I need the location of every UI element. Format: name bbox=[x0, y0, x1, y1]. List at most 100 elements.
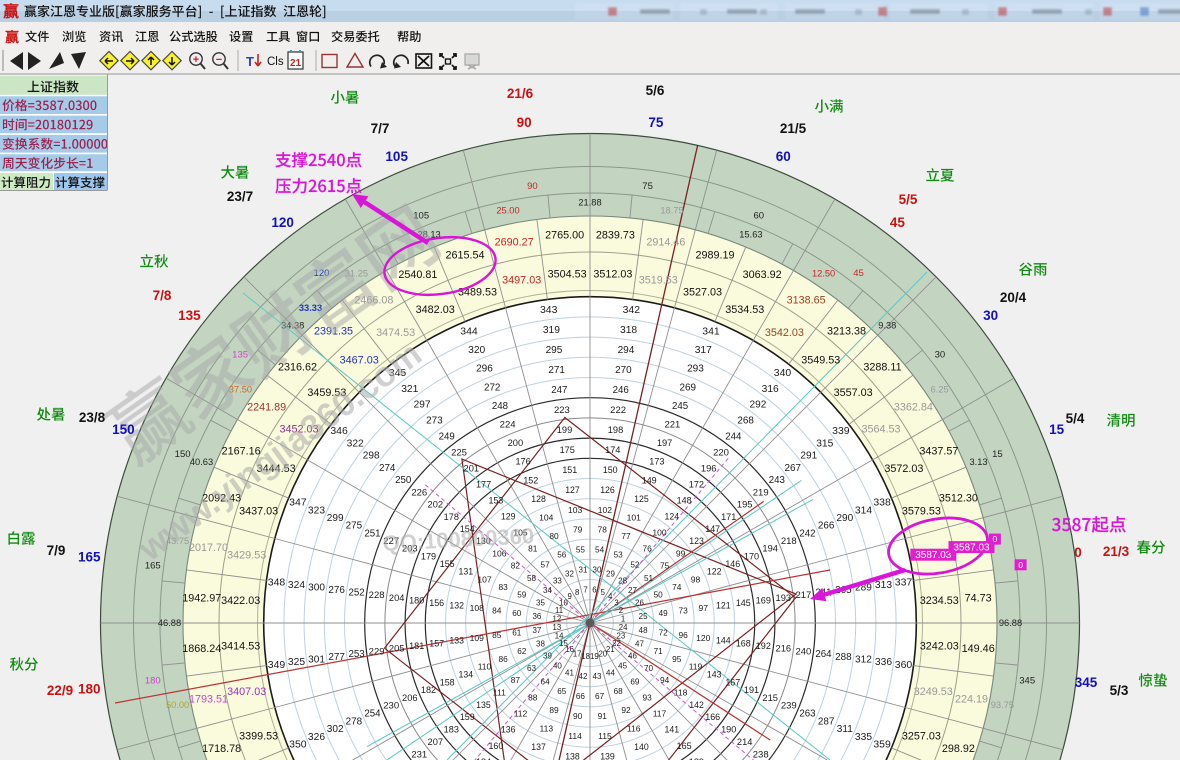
svg-text:112: 112 bbox=[514, 709, 528, 719]
svg-text:100: 100 bbox=[652, 527, 667, 537]
svg-text:312: 312 bbox=[855, 655, 872, 666]
svg-text:75: 75 bbox=[642, 181, 653, 192]
svg-text:69: 69 bbox=[630, 677, 640, 686]
svg-text:136: 136 bbox=[501, 725, 516, 735]
svg-text:6: 6 bbox=[592, 586, 596, 595]
svg-text:253: 253 bbox=[349, 649, 365, 660]
svg-text:44: 44 bbox=[606, 668, 615, 677]
svg-text:263: 263 bbox=[799, 709, 815, 720]
svg-text:18.75: 18.75 bbox=[660, 206, 683, 216]
svg-text:215: 215 bbox=[762, 693, 778, 703]
svg-text:350: 350 bbox=[289, 740, 307, 751]
svg-text:296: 296 bbox=[476, 364, 493, 375]
svg-text:300: 300 bbox=[308, 583, 325, 594]
svg-text:46: 46 bbox=[628, 651, 637, 660]
svg-text:206: 206 bbox=[402, 693, 418, 703]
svg-text:3474.53: 3474.53 bbox=[376, 327, 415, 339]
svg-text:270: 270 bbox=[615, 365, 632, 376]
svg-text:18: 18 bbox=[581, 652, 590, 661]
svg-text:157: 157 bbox=[429, 638, 444, 648]
svg-text:314: 314 bbox=[855, 505, 872, 516]
svg-text:194: 194 bbox=[762, 544, 778, 554]
svg-text:48: 48 bbox=[639, 626, 648, 635]
svg-text:3519.53: 3519.53 bbox=[639, 275, 678, 287]
svg-text:21/5: 21/5 bbox=[780, 121, 807, 136]
svg-text:347: 347 bbox=[289, 498, 307, 509]
svg-text:7/7: 7/7 bbox=[371, 121, 390, 136]
svg-text:336: 336 bbox=[875, 657, 892, 668]
svg-text:173: 173 bbox=[649, 457, 664, 467]
svg-text:+: + bbox=[193, 54, 199, 66]
svg-text:83: 83 bbox=[499, 582, 509, 592]
svg-text:248: 248 bbox=[492, 401, 508, 412]
svg-text:3234.53: 3234.53 bbox=[920, 595, 959, 607]
svg-text:121: 121 bbox=[716, 601, 731, 611]
svg-text:76: 76 bbox=[643, 543, 653, 553]
svg-text:6.25: 6.25 bbox=[931, 384, 949, 394]
svg-text:345: 345 bbox=[1019, 676, 1035, 687]
svg-text:273: 273 bbox=[426, 416, 443, 427]
svg-text:180: 180 bbox=[78, 681, 101, 696]
svg-text:247: 247 bbox=[551, 385, 567, 396]
svg-text:21/6: 21/6 bbox=[507, 86, 534, 101]
svg-text:73: 73 bbox=[679, 606, 689, 616]
svg-text:242: 242 bbox=[799, 528, 815, 539]
svg-text:120: 120 bbox=[271, 215, 294, 230]
svg-text:3527.03: 3527.03 bbox=[683, 286, 722, 298]
svg-text:169: 169 bbox=[756, 595, 771, 605]
svg-text:181: 181 bbox=[409, 641, 424, 651]
svg-text:345: 345 bbox=[1075, 675, 1098, 690]
svg-text:34: 34 bbox=[543, 586, 552, 595]
svg-text:219: 219 bbox=[753, 487, 769, 498]
svg-text:3579.53: 3579.53 bbox=[902, 505, 941, 517]
svg-text:3587.03: 3587.03 bbox=[915, 550, 952, 561]
svg-text:244: 244 bbox=[725, 432, 742, 443]
svg-text:117: 117 bbox=[653, 709, 667, 719]
svg-text:108: 108 bbox=[470, 603, 485, 613]
svg-text:175: 175 bbox=[560, 445, 575, 455]
svg-text:5/3: 5/3 bbox=[1110, 683, 1129, 698]
svg-text:128: 128 bbox=[531, 494, 546, 504]
svg-text:67: 67 bbox=[595, 692, 605, 701]
svg-text:160: 160 bbox=[488, 741, 503, 751]
svg-text:133: 133 bbox=[449, 636, 464, 646]
svg-text:197: 197 bbox=[657, 438, 673, 448]
svg-text:50: 50 bbox=[654, 591, 664, 600]
svg-text:96: 96 bbox=[679, 630, 689, 640]
svg-text:3534.53: 3534.53 bbox=[725, 304, 764, 316]
svg-text:20/4: 20/4 bbox=[1000, 290, 1027, 305]
svg-text:168: 168 bbox=[736, 638, 751, 648]
svg-text:230: 230 bbox=[383, 701, 399, 712]
svg-text:39: 39 bbox=[543, 651, 552, 660]
svg-text:102: 102 bbox=[598, 505, 613, 515]
svg-text:193: 193 bbox=[776, 593, 792, 603]
svg-text:60: 60 bbox=[512, 609, 522, 618]
svg-text:33: 33 bbox=[553, 576, 562, 585]
svg-text:75: 75 bbox=[648, 115, 664, 130]
svg-text:2540.81: 2540.81 bbox=[398, 269, 437, 281]
svg-text:148: 148 bbox=[677, 496, 692, 506]
svg-text:158: 158 bbox=[440, 677, 455, 687]
svg-text:61: 61 bbox=[512, 629, 522, 638]
svg-text:3288.11: 3288.11 bbox=[863, 361, 901, 373]
svg-text:75: 75 bbox=[660, 561, 670, 571]
svg-text:144: 144 bbox=[716, 636, 731, 646]
svg-text:276: 276 bbox=[328, 585, 345, 596]
svg-text:293: 293 bbox=[687, 364, 704, 375]
svg-text:223: 223 bbox=[554, 405, 570, 416]
svg-text:135: 135 bbox=[476, 700, 491, 710]
svg-text:318: 318 bbox=[620, 325, 637, 336]
svg-text:138: 138 bbox=[565, 751, 580, 760]
svg-text:3257.03: 3257.03 bbox=[902, 730, 941, 742]
svg-text:341: 341 bbox=[702, 327, 720, 338]
svg-text:3437.57: 3437.57 bbox=[919, 446, 958, 458]
svg-text:3504.53: 3504.53 bbox=[548, 269, 587, 281]
svg-text:231: 231 bbox=[411, 749, 427, 760]
svg-text:226: 226 bbox=[411, 487, 427, 498]
svg-text:134: 134 bbox=[458, 670, 473, 680]
svg-text:8: 8 bbox=[575, 588, 579, 597]
svg-text:295: 295 bbox=[546, 345, 563, 356]
svg-text:118: 118 bbox=[674, 688, 688, 698]
svg-text:152: 152 bbox=[523, 475, 538, 485]
svg-text:90: 90 bbox=[527, 181, 538, 192]
